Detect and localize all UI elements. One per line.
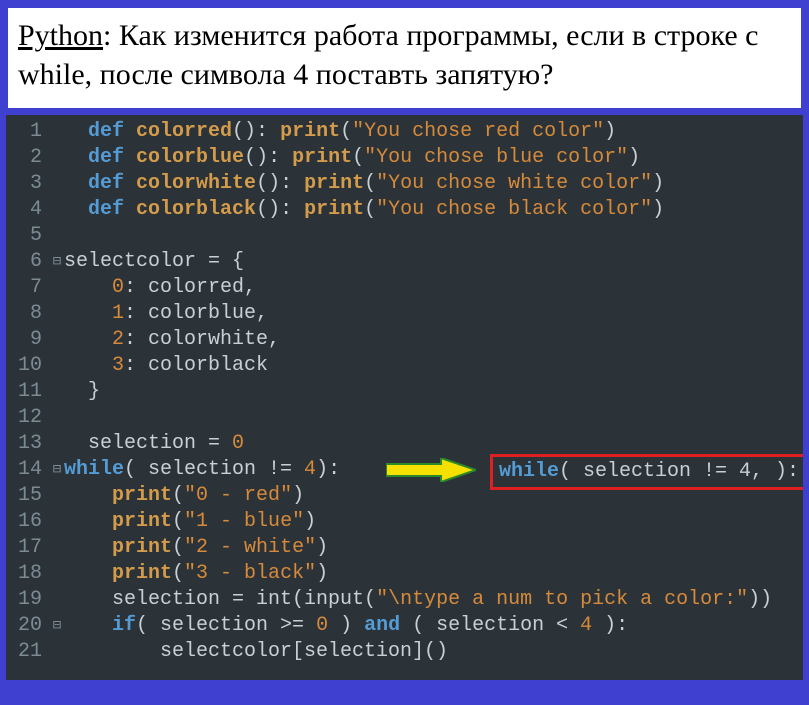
code-line: 17 print("2 - white")	[6, 535, 803, 561]
line-number: 6	[6, 249, 50, 275]
code-line: 6⊟selectcolor = {	[6, 249, 803, 275]
line-number: 11	[6, 379, 50, 405]
fold-marker[interactable]: ⊟	[50, 613, 64, 639]
arrow-icon	[386, 458, 476, 482]
code-content: def colorblue(): print("You chose blue c…	[64, 145, 640, 171]
code-line: 3 def colorwhite(): print("You chose whi…	[6, 171, 803, 197]
callout-keyword: while	[499, 460, 559, 483]
code-content: 2: colorwhite,	[64, 327, 280, 353]
code-content: 0: colorred,	[64, 275, 256, 301]
question-body: : Как изменится работа программы, если в…	[18, 19, 758, 91]
line-number: 18	[6, 561, 50, 587]
code-content: print("1 - blue")	[64, 509, 316, 535]
line-number: 13	[6, 431, 50, 457]
line-number: 7	[6, 275, 50, 301]
callout-rest: ( selection != 4, ):	[559, 460, 799, 483]
code-line: 10 3: colorblack	[6, 353, 803, 379]
code-editor: 1 def colorred(): print("You chose red c…	[6, 115, 803, 680]
line-number: 9	[6, 327, 50, 353]
code-line: 20⊟ if( selection >= 0 ) and ( selection…	[6, 613, 803, 639]
code-line: 8 1: colorblue,	[6, 301, 803, 327]
fold-marker[interactable]: ⊟	[50, 249, 64, 275]
code-content: print("3 - black")	[64, 561, 328, 587]
code-line: 18 print("3 - black")	[6, 561, 803, 587]
code-line: 2 def colorblue(): print("You chose blue…	[6, 145, 803, 171]
code-line: 4 def colorblack(): print("You chose bla…	[6, 197, 803, 223]
code-line: 16 print("1 - blue")	[6, 509, 803, 535]
code-line: 12	[6, 405, 803, 431]
code-content: selectcolor[selection]()	[64, 639, 448, 665]
code-content: while( selection != 4):while( selection …	[64, 457, 340, 483]
line-number: 14	[6, 457, 50, 483]
line-number: 21	[6, 639, 50, 665]
line-number: 8	[6, 301, 50, 327]
question-lang-label: Python	[18, 19, 103, 52]
fold-marker[interactable]: ⊟	[50, 457, 64, 483]
line-number: 17	[6, 535, 50, 561]
code-line: 14⊟while( selection != 4):while( selecti…	[6, 457, 803, 483]
code-content: 1: colorblue,	[64, 301, 268, 327]
line-number: 2	[6, 145, 50, 171]
code-line: 15 print("0 - red")	[6, 483, 803, 509]
line-number: 19	[6, 587, 50, 613]
code-content: def colorwhite(): print("You chose white…	[64, 171, 664, 197]
code-content: }	[64, 379, 100, 405]
line-number: 4	[6, 197, 50, 223]
line-number: 5	[6, 223, 50, 249]
code-content: print("2 - white")	[64, 535, 328, 561]
line-number: 10	[6, 353, 50, 379]
code-content: selectcolor = {	[64, 249, 244, 275]
code-content: selection = int(input("\ntype a num to p…	[64, 587, 772, 613]
question-text: Python: Как изменится работа программы, …	[18, 16, 791, 94]
line-number: 15	[6, 483, 50, 509]
code-line: 11 }	[6, 379, 803, 405]
code-line: 5	[6, 223, 803, 249]
code-content: def colorblack(): print("You chose black…	[64, 197, 664, 223]
code-line: 21 selectcolor[selection]()	[6, 639, 803, 665]
code-content: if( selection >= 0 ) and ( selection < 4…	[64, 613, 628, 639]
code-line: 1 def colorred(): print("You chose red c…	[6, 119, 803, 145]
line-number: 12	[6, 405, 50, 431]
line-number: 20	[6, 613, 50, 639]
code-content: selection = 0	[64, 431, 244, 457]
line-number: 16	[6, 509, 50, 535]
code-content: def colorred(): print("You chose red col…	[64, 119, 616, 145]
code-line: 19 selection = int(input("\ntype a num t…	[6, 587, 803, 613]
code-line: 9 2: colorwhite,	[6, 327, 803, 353]
code-content: 3: colorblack	[64, 353, 268, 379]
line-number: 3	[6, 171, 50, 197]
code-line: 7 0: colorred,	[6, 275, 803, 301]
line-number: 1	[6, 119, 50, 145]
code-content: print("0 - red")	[64, 483, 304, 509]
question-box: Python: Как изменится работа программы, …	[6, 6, 803, 110]
